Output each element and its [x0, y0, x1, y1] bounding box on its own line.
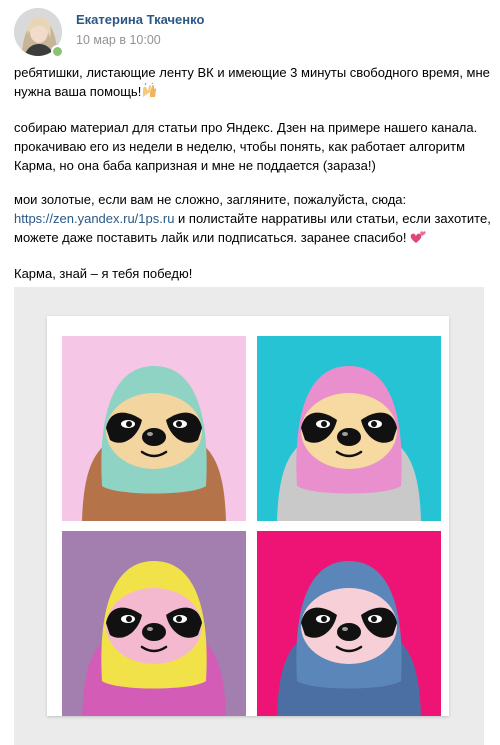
author-name[interactable]: Екатерина Ткаченко [76, 12, 204, 27]
post-paragraph: ребятишки, листающие ленту ВК и имеющие … [14, 63, 496, 103]
zen-link-url[interactable]: https://zen.yandex.ru/ [14, 211, 138, 226]
two-hearts-emoji-icon [410, 230, 426, 249]
online-indicator [51, 45, 64, 58]
post-paragraph: собираю материал для статьи про Яндекс. … [14, 120, 478, 173]
post-text: ребятишки, листающие ленту ВК и имеющие … [14, 63, 496, 298]
sloth-tile-cyan [257, 336, 441, 521]
raised-hands-emoji-icon [141, 81, 157, 103]
post-paragraph-text: мои золотые, если вам не сложно, загляни… [14, 192, 407, 207]
post-paragraph: Карма, знай – я тебя победю! [14, 266, 193, 281]
zen-link-channel[interactable]: 1ps.ru [138, 211, 174, 226]
zen-link[interactable]: https://zen.yandex.ru/1ps.ru [14, 211, 174, 226]
post-paragraph: мои золотые, если вам не сложно, загляни… [14, 190, 496, 249]
sloth-tile-purple [62, 531, 246, 716]
sloth-tile-magenta [257, 531, 441, 716]
sloth-pop-art-card [47, 316, 449, 716]
post-paragraph-text: ребятишки, листающие ленту ВК и имеющие … [14, 65, 490, 99]
post-photo[interactable] [14, 287, 484, 745]
sloth-tile-pink [62, 336, 246, 521]
post-header: Екатерина Ткаченко 10 мар в 10:00 [14, 8, 484, 58]
post-date[interactable]: 10 мар в 10:00 [76, 33, 161, 47]
wall-post: Екатерина Ткаченко 10 мар в 10:00 ребяти… [0, 0, 500, 745]
